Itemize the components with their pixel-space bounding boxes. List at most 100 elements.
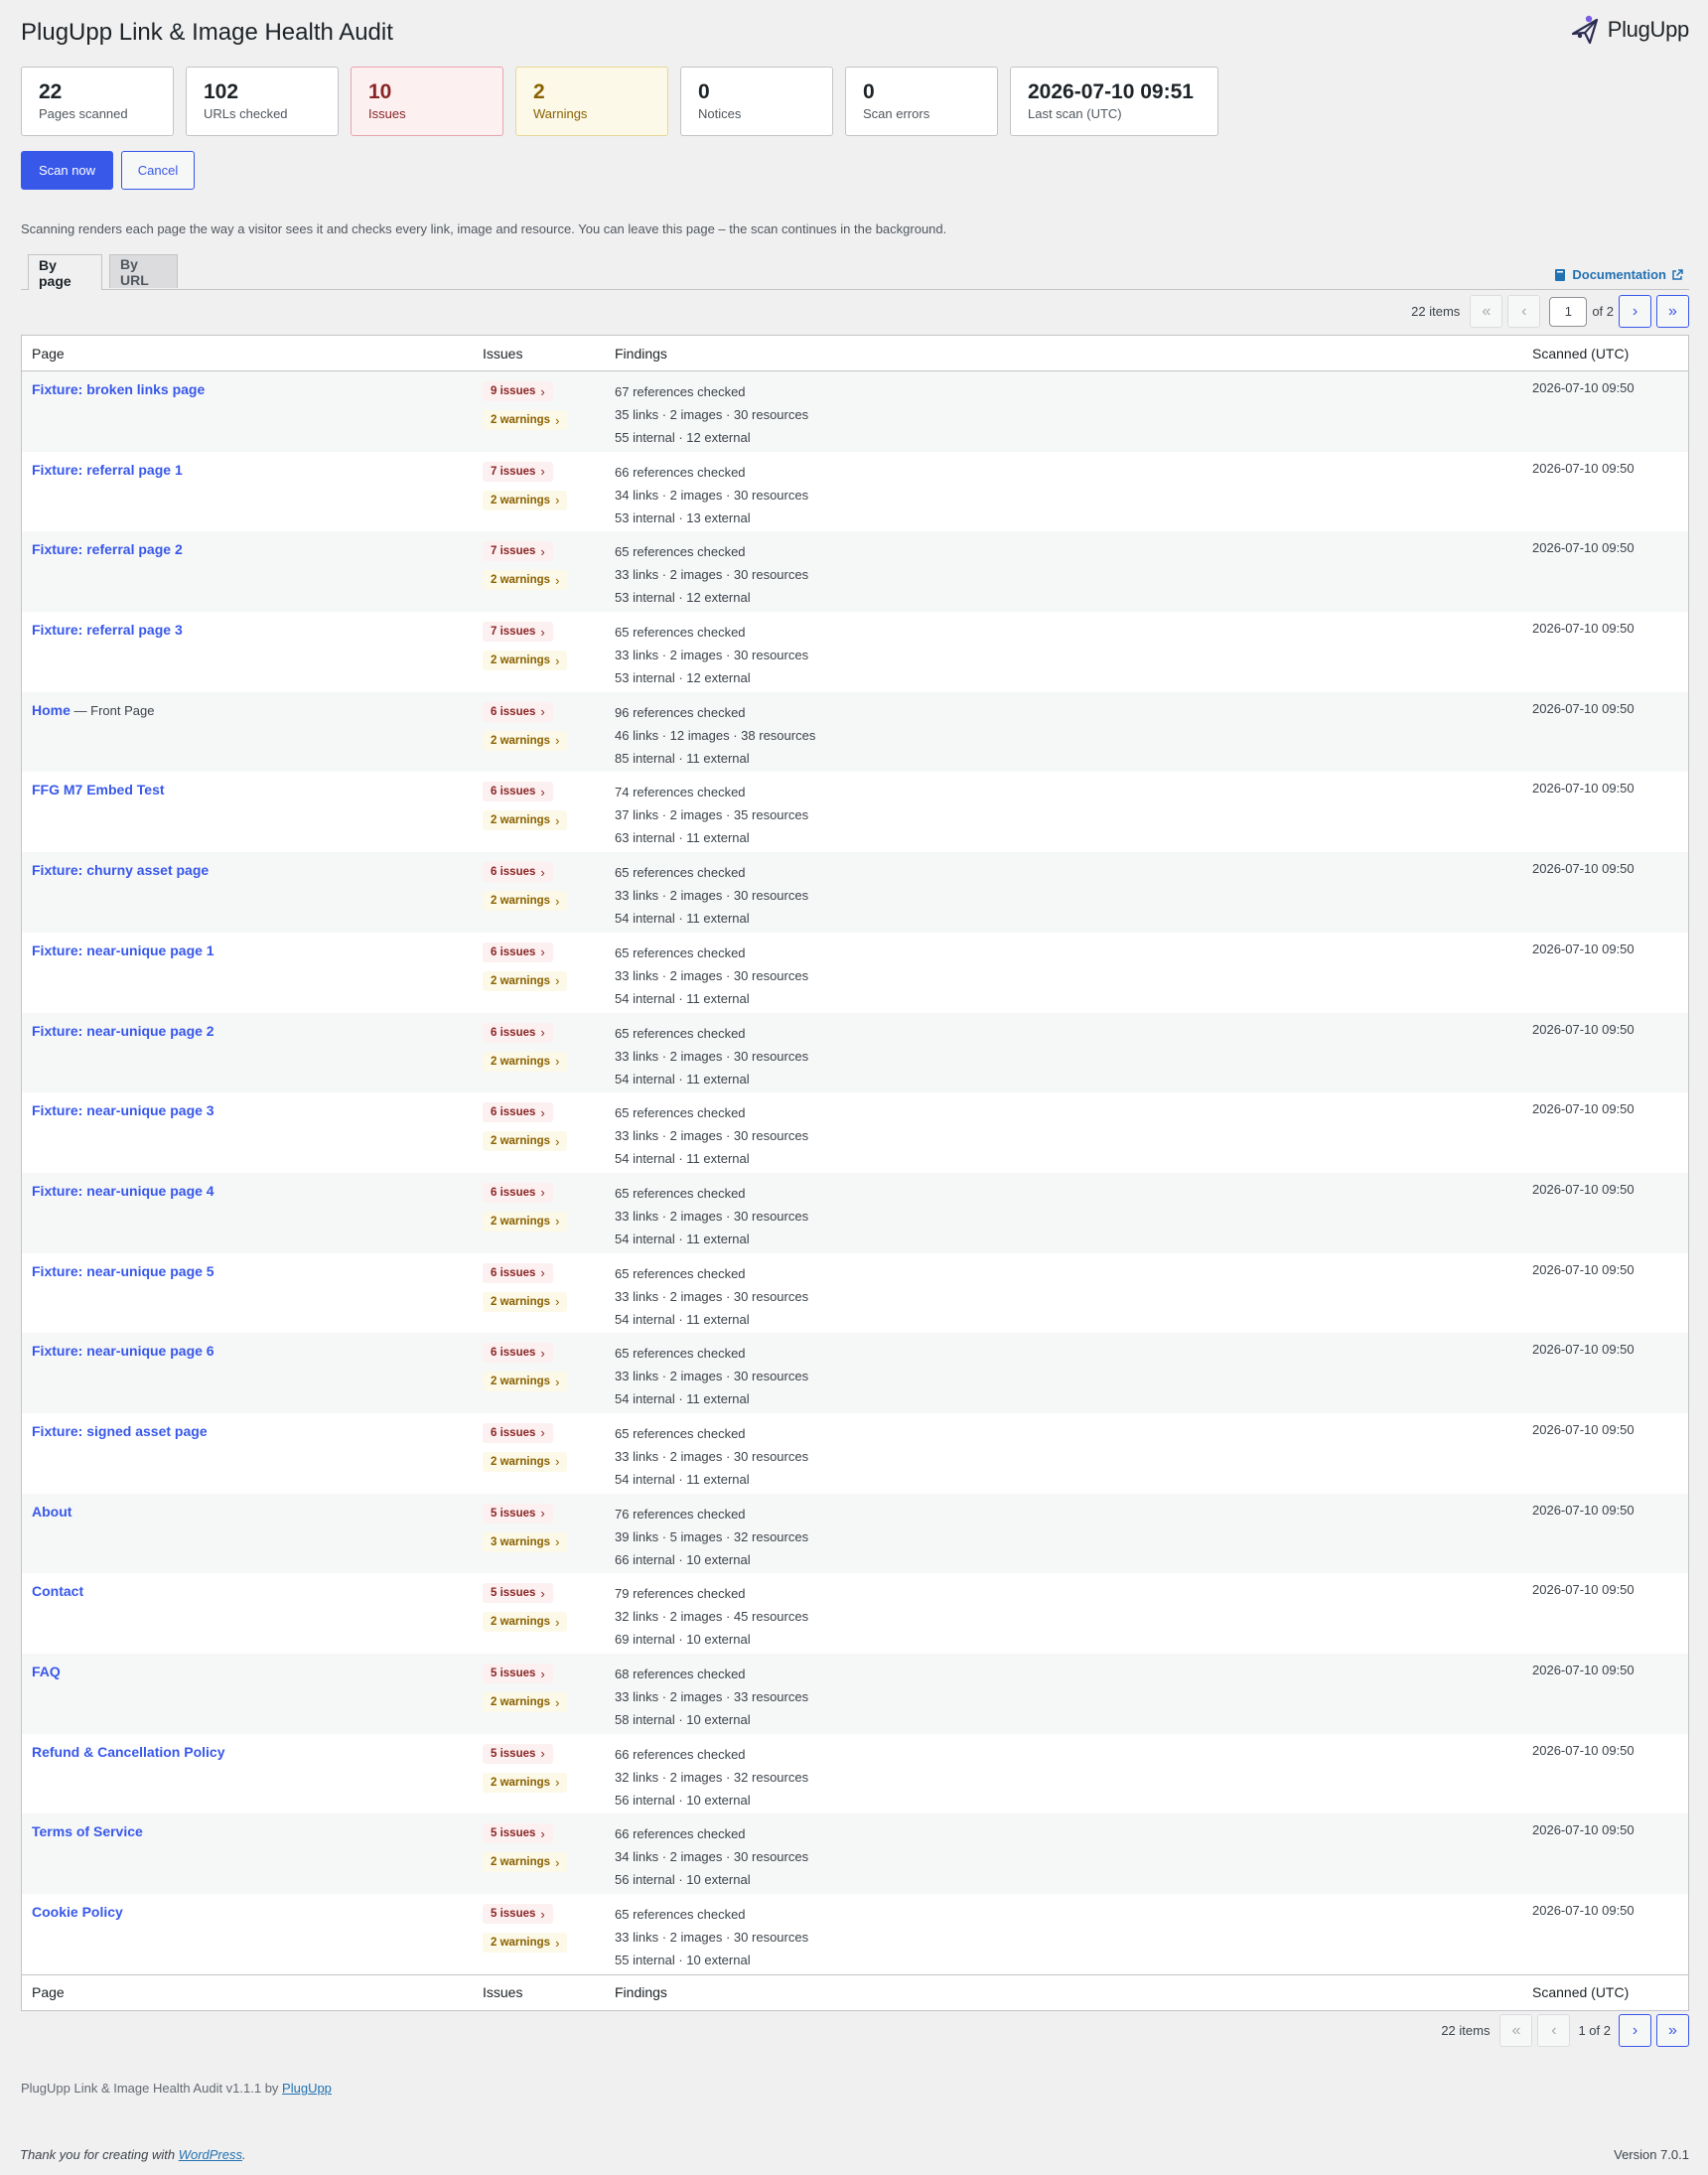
issues-badge[interactable]: 5 issues › [483,1823,553,1844]
issues-badge[interactable]: 7 issues › [483,461,553,482]
warnings-badge[interactable]: 2 warnings › [483,410,568,430]
warnings-badge[interactable]: 2 warnings › [483,970,568,991]
first-page-button[interactable]: « [1499,2014,1533,2047]
chevron-right-icon: › [555,1775,560,1791]
page-cell: Fixture: referral page 1 [22,452,483,532]
stat-label: Notices [698,106,742,121]
page-title-link[interactable]: Fixture: near-unique page 6 [32,1343,214,1359]
warnings-count: 2 warnings [491,734,551,747]
warnings-badge[interactable]: 2 warnings › [483,1852,568,1873]
page-title-link[interactable]: Refund & Cancellation Policy [32,1744,224,1760]
issues-badge[interactable]: 6 issues › [483,1343,553,1364]
stat-label: Scan errors [863,106,930,121]
findings-cell: 66 references checked 34 links · 2 images… [615,1813,1532,1894]
page-title-link[interactable]: Fixture: broken links page [32,381,205,397]
issues-badge[interactable]: 5 issues › [483,1583,553,1604]
page-title-link[interactable]: Fixture: churny asset page [32,862,209,878]
warnings-badge[interactable]: 2 warnings › [483,810,568,831]
tab-by-page[interactable]: By page [28,254,102,290]
issues-badge[interactable]: 6 issues › [483,1022,553,1043]
warnings-badge[interactable]: 2 warnings › [483,490,568,510]
page-cell: Cookie Policy [22,1894,483,1974]
page-title-link[interactable]: Fixture: signed asset page [32,1423,208,1439]
warnings-badge[interactable]: 2 warnings › [483,1612,568,1633]
page-title-link[interactable]: Fixture: near-unique page 2 [32,1023,214,1039]
cancel-button[interactable]: Cancel [121,151,195,190]
warnings-badge[interactable]: 2 warnings › [483,1933,568,1954]
scan-now-button[interactable]: Scan now [21,151,113,190]
page-title-link[interactable]: Cookie Policy [32,1904,123,1920]
page-title-link[interactable]: Fixture: near-unique page 3 [32,1102,214,1118]
warnings-badge[interactable]: 2 warnings › [483,570,568,591]
issues-badge[interactable]: 9 issues › [483,381,553,401]
warnings-badge[interactable]: 2 warnings › [483,1051,568,1072]
column-footer-scanned: Scanned (UTC) [1532,1984,1630,2001]
chevron-right-icon: › [555,973,560,989]
page-title-link[interactable]: About [32,1504,71,1520]
issues-cell: 5 issues › 2 warnings › [483,1813,615,1894]
warnings-badge[interactable]: 2 warnings › [483,1291,568,1312]
issues-badge[interactable]: 7 issues › [483,541,553,562]
page-title-link[interactable]: Fixture: referral page 3 [32,622,183,638]
tab-by-url[interactable]: By URL [109,254,178,288]
warnings-badge[interactable]: 2 warnings › [483,730,568,751]
issues-badge[interactable]: 6 issues › [483,701,553,722]
warnings-badge[interactable]: 3 warnings › [483,1531,568,1552]
page-title-link[interactable]: Fixture: near-unique page 1 [32,942,214,958]
page-title-link[interactable]: Fixture: referral page 1 [32,462,183,478]
findings-cell: 65 references checked 33 links · 2 images… [615,1013,1532,1093]
table-row: Fixture: near-unique page 3 6 issues › 2 wa… [22,1092,1688,1173]
page-title-link[interactable]: FFG M7 Embed Test [32,782,165,798]
issues-badge[interactable]: 6 issues › [483,1262,553,1283]
stat-value: 0 [698,80,710,103]
wordpress-link[interactable]: WordPress [179,2147,242,2162]
warnings-badge[interactable]: 2 warnings › [483,1451,568,1472]
warnings-badge[interactable]: 2 warnings › [483,1372,568,1392]
issues-badge[interactable]: 5 issues › [483,1503,553,1523]
internal-external-split: 85 internal · 11 external [615,750,750,766]
page-title-link[interactable]: Fixture: referral page 2 [32,541,183,557]
warnings-badge[interactable]: 2 warnings › [483,1772,568,1793]
page-title-link[interactable]: FAQ [32,1664,61,1679]
issues-badge[interactable]: 6 issues › [483,782,553,802]
warnings-badge[interactable]: 2 warnings › [483,1131,568,1152]
next-page-button[interactable]: › [1619,2014,1651,2047]
internal-external-split: 54 internal · 11 external [615,911,750,927]
pages-table: Page Issues Findings Scanned (UTC) Fixtu… [21,335,1689,2011]
first-page-button[interactable]: « [1470,295,1503,328]
page-cell: Terms of Service [22,1813,483,1894]
chevron-right-icon: › [540,1506,545,1522]
issues-badge[interactable]: 7 issues › [483,622,553,643]
page-title-link[interactable]: Contact [32,1583,83,1599]
issues-badge[interactable]: 6 issues › [483,1182,553,1203]
page-title-link[interactable]: Home [32,702,71,718]
plugupp-link[interactable]: PlugUpp [282,2081,332,2096]
last-page-button[interactable]: » [1656,2014,1689,2047]
table-row: Home — Front Page 6 issues › 2 warnings › 96 … [22,691,1688,773]
page-title-link[interactable]: Terms of Service [32,1823,143,1839]
current-page-input[interactable]: 1 [1549,296,1588,327]
table-row: Fixture: near-unique page 2 6 issues › 2 wa… [22,1012,1688,1093]
warnings-count: 2 warnings [491,414,551,426]
issues-badge[interactable]: 6 issues › [483,1422,553,1443]
issues-badge[interactable]: 5 issues › [483,1664,553,1683]
documentation-link[interactable]: Documentation [1554,267,1683,282]
issues-badge[interactable]: 5 issues › [483,1743,553,1764]
next-page-button[interactable]: › [1619,295,1651,328]
issues-badge[interactable]: 6 issues › [483,942,553,962]
warnings-badge[interactable]: 2 warnings › [483,1692,568,1712]
chevron-right-icon: › [540,1025,545,1040]
reference-breakdown: 33 links · 2 images · 30 resources [615,1128,809,1144]
warnings-badge[interactable]: 2 warnings › [483,891,568,912]
pagination-bottom: 22 items « ‹ 1 of 2 › » [1441,2014,1689,2047]
issues-badge[interactable]: 5 issues › [483,1904,553,1925]
warnings-badge[interactable]: 2 warnings › [483,1211,568,1232]
prev-page-button[interactable]: ‹ [1507,295,1541,328]
issues-badge[interactable]: 6 issues › [483,1102,553,1123]
page-title-link[interactable]: Fixture: near-unique page 4 [32,1183,214,1199]
warnings-badge[interactable]: 2 warnings › [483,651,568,671]
page-title-link[interactable]: Fixture: near-unique page 5 [32,1263,214,1279]
issues-badge[interactable]: 6 issues › [483,862,553,883]
last-page-button[interactable]: » [1656,295,1689,328]
prev-page-button[interactable]: ‹ [1537,2014,1571,2047]
